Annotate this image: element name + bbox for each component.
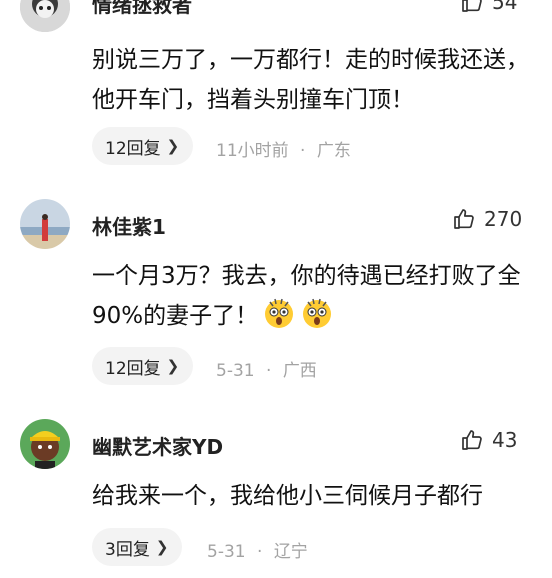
avatar[interactable]	[20, 199, 70, 249]
replies-count: 3回复	[105, 539, 150, 560]
thumbs-up-icon	[462, 0, 482, 12]
like-button[interactable]: 43	[460, 428, 517, 452]
chevron-right-icon: ❯	[155, 538, 169, 556]
comment-meta: 5-31 · 辽宁	[207, 537, 308, 562]
comment-line: 一个月3万？我去，你的待遇已经打败了全	[92, 263, 521, 289]
avatar[interactable]	[20, 0, 70, 32]
comment-line: 别说三万了，一万都行！走的时候我还送，	[92, 47, 529, 73]
chevron-right-icon: ❯	[166, 137, 180, 155]
comment-text: 一个月3万？我去，你的待遇已经打败了全 90%的妻子了！	[92, 256, 552, 336]
replies-count: 12回复	[105, 358, 161, 379]
thumbs-up-icon	[454, 209, 474, 229]
comment-text: 给我来一个，我给他小三伺候月子都行	[92, 476, 552, 516]
location: 广东	[316, 141, 351, 161]
shocked-emoji-icon	[300, 296, 334, 330]
replies-button[interactable]: 3回复 ❯	[92, 528, 183, 566]
separator: ·	[300, 141, 306, 161]
location: 广西	[282, 361, 317, 381]
replies-count: 12回复	[105, 138, 161, 159]
comment-text: 别说三万了，一万都行！走的时候我还送， 他开车门，挡着头别撞车门顶！	[92, 40, 552, 120]
comment-line: 90%的妻子了！	[92, 296, 552, 336]
like-count: 54	[492, 0, 518, 14]
comment-line: 他开车门，挡着头别撞车门顶！	[92, 87, 414, 113]
thumbs-up-icon	[462, 430, 482, 450]
comment-meta: 5-31 · 广西	[216, 356, 317, 381]
replies-button[interactable]: 12回复 ❯	[92, 347, 194, 385]
timestamp: 11小时前	[216, 141, 289, 161]
replies-button[interactable]: 12回复 ❯	[92, 127, 194, 165]
timestamp: 5-31	[207, 542, 246, 562]
like-button[interactable]: 54	[460, 0, 517, 14]
like-count: 43	[492, 428, 518, 452]
avatar[interactable]	[20, 419, 70, 469]
like-count: 270	[484, 207, 523, 231]
username[interactable]: 幽默艺术家YD	[92, 431, 223, 460]
username[interactable]: 林佳紫1	[92, 211, 166, 240]
chevron-right-icon: ❯	[166, 357, 180, 375]
timestamp: 5-31	[216, 361, 255, 381]
username[interactable]: 情绪拯救者	[92, 0, 192, 18]
comment-line: 给我来一个，我给他小三伺候月子都行	[92, 483, 483, 509]
separator: ·	[257, 542, 263, 562]
comment-meta: 11小时前 · 广东	[216, 136, 351, 161]
like-button[interactable]: 270	[452, 207, 522, 231]
shocked-emoji-icon	[262, 296, 296, 330]
separator: ·	[266, 361, 272, 381]
comment-line-text: 90%的妻子了！	[92, 303, 259, 329]
location: 辽宁	[273, 542, 308, 562]
